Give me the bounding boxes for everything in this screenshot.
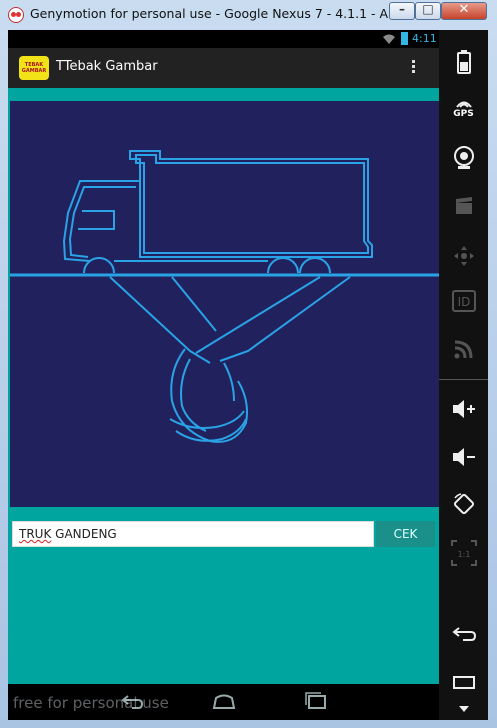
answer-input[interactable]: TRUK GANDENG <box>12 521 374 547</box>
app-title: TTebak Gambar <box>56 59 158 74</box>
clapperboard-icon[interactable] <box>439 196 488 216</box>
gps-icon[interactable] <box>439 98 488 108</box>
status-bar: 4:11 <box>8 30 439 48</box>
minimize-button[interactable]: – <box>389 2 415 20</box>
app-logo[interactable]: TEBAK GAMBAR <box>19 56 49 80</box>
android-back-icon[interactable] <box>439 626 488 642</box>
gps-label: GPS <box>453 109 474 119</box>
wifi-icon <box>383 34 395 44</box>
side-panel: GPS ID 1:1 <box>439 30 488 720</box>
puzzle-image <box>10 101 439 507</box>
check-button[interactable]: CEK <box>376 521 435 547</box>
home-icon[interactable] <box>210 690 238 712</box>
scroll-down-arrow-icon[interactable] <box>439 706 488 712</box>
recents-icon[interactable] <box>302 690 330 712</box>
volume-up-icon[interactable] <box>439 398 488 420</box>
device-id-icon[interactable]: ID <box>439 290 488 312</box>
pixel-perfect-icon[interactable]: 1:1 <box>439 540 488 566</box>
dpad-icon[interactable] <box>439 244 488 268</box>
title-bar[interactable]: Genymotion for personal use - Google Nex… <box>0 0 497 30</box>
svg-text:ID: ID <box>457 295 470 309</box>
answer-word-rest: GANDENG <box>51 527 117 541</box>
rotate-icon[interactable] <box>439 492 488 516</box>
volume-down-icon[interactable] <box>439 446 488 468</box>
genymotion-logo-icon <box>8 7 24 23</box>
maximize-button[interactable]: □ <box>415 2 441 20</box>
emulator-window: Genymotion for personal use - Google Nex… <box>0 0 497 728</box>
overflow-menu-icon[interactable] <box>408 58 418 78</box>
clock: 4:11 <box>412 32 437 45</box>
truck-handshake-illustration <box>10 150 439 443</box>
close-button[interactable]: ✕ <box>441 2 487 20</box>
battery-status-icon <box>401 32 408 45</box>
android-recents-icon[interactable] <box>439 674 488 690</box>
answer-word-misspelled: TRUK <box>19 527 52 541</box>
cast-icon[interactable] <box>439 338 488 360</box>
camera-icon[interactable] <box>439 146 488 170</box>
watermark: free for personal use <box>13 694 169 712</box>
action-bar: TEBAK GAMBAR TTebak Gambar <box>8 48 439 88</box>
battery-icon[interactable] <box>439 50 488 74</box>
android-screen: 4:11 TEBAK GAMBAR TTebak Gambar TRUK GAN… <box>8 30 439 720</box>
game-content: TRUK GANDENG CEK <box>8 88 439 684</box>
svg-text:1:1: 1:1 <box>457 550 470 559</box>
window-title: Genymotion for personal use - Google Nex… <box>30 6 444 21</box>
divider <box>439 379 488 380</box>
